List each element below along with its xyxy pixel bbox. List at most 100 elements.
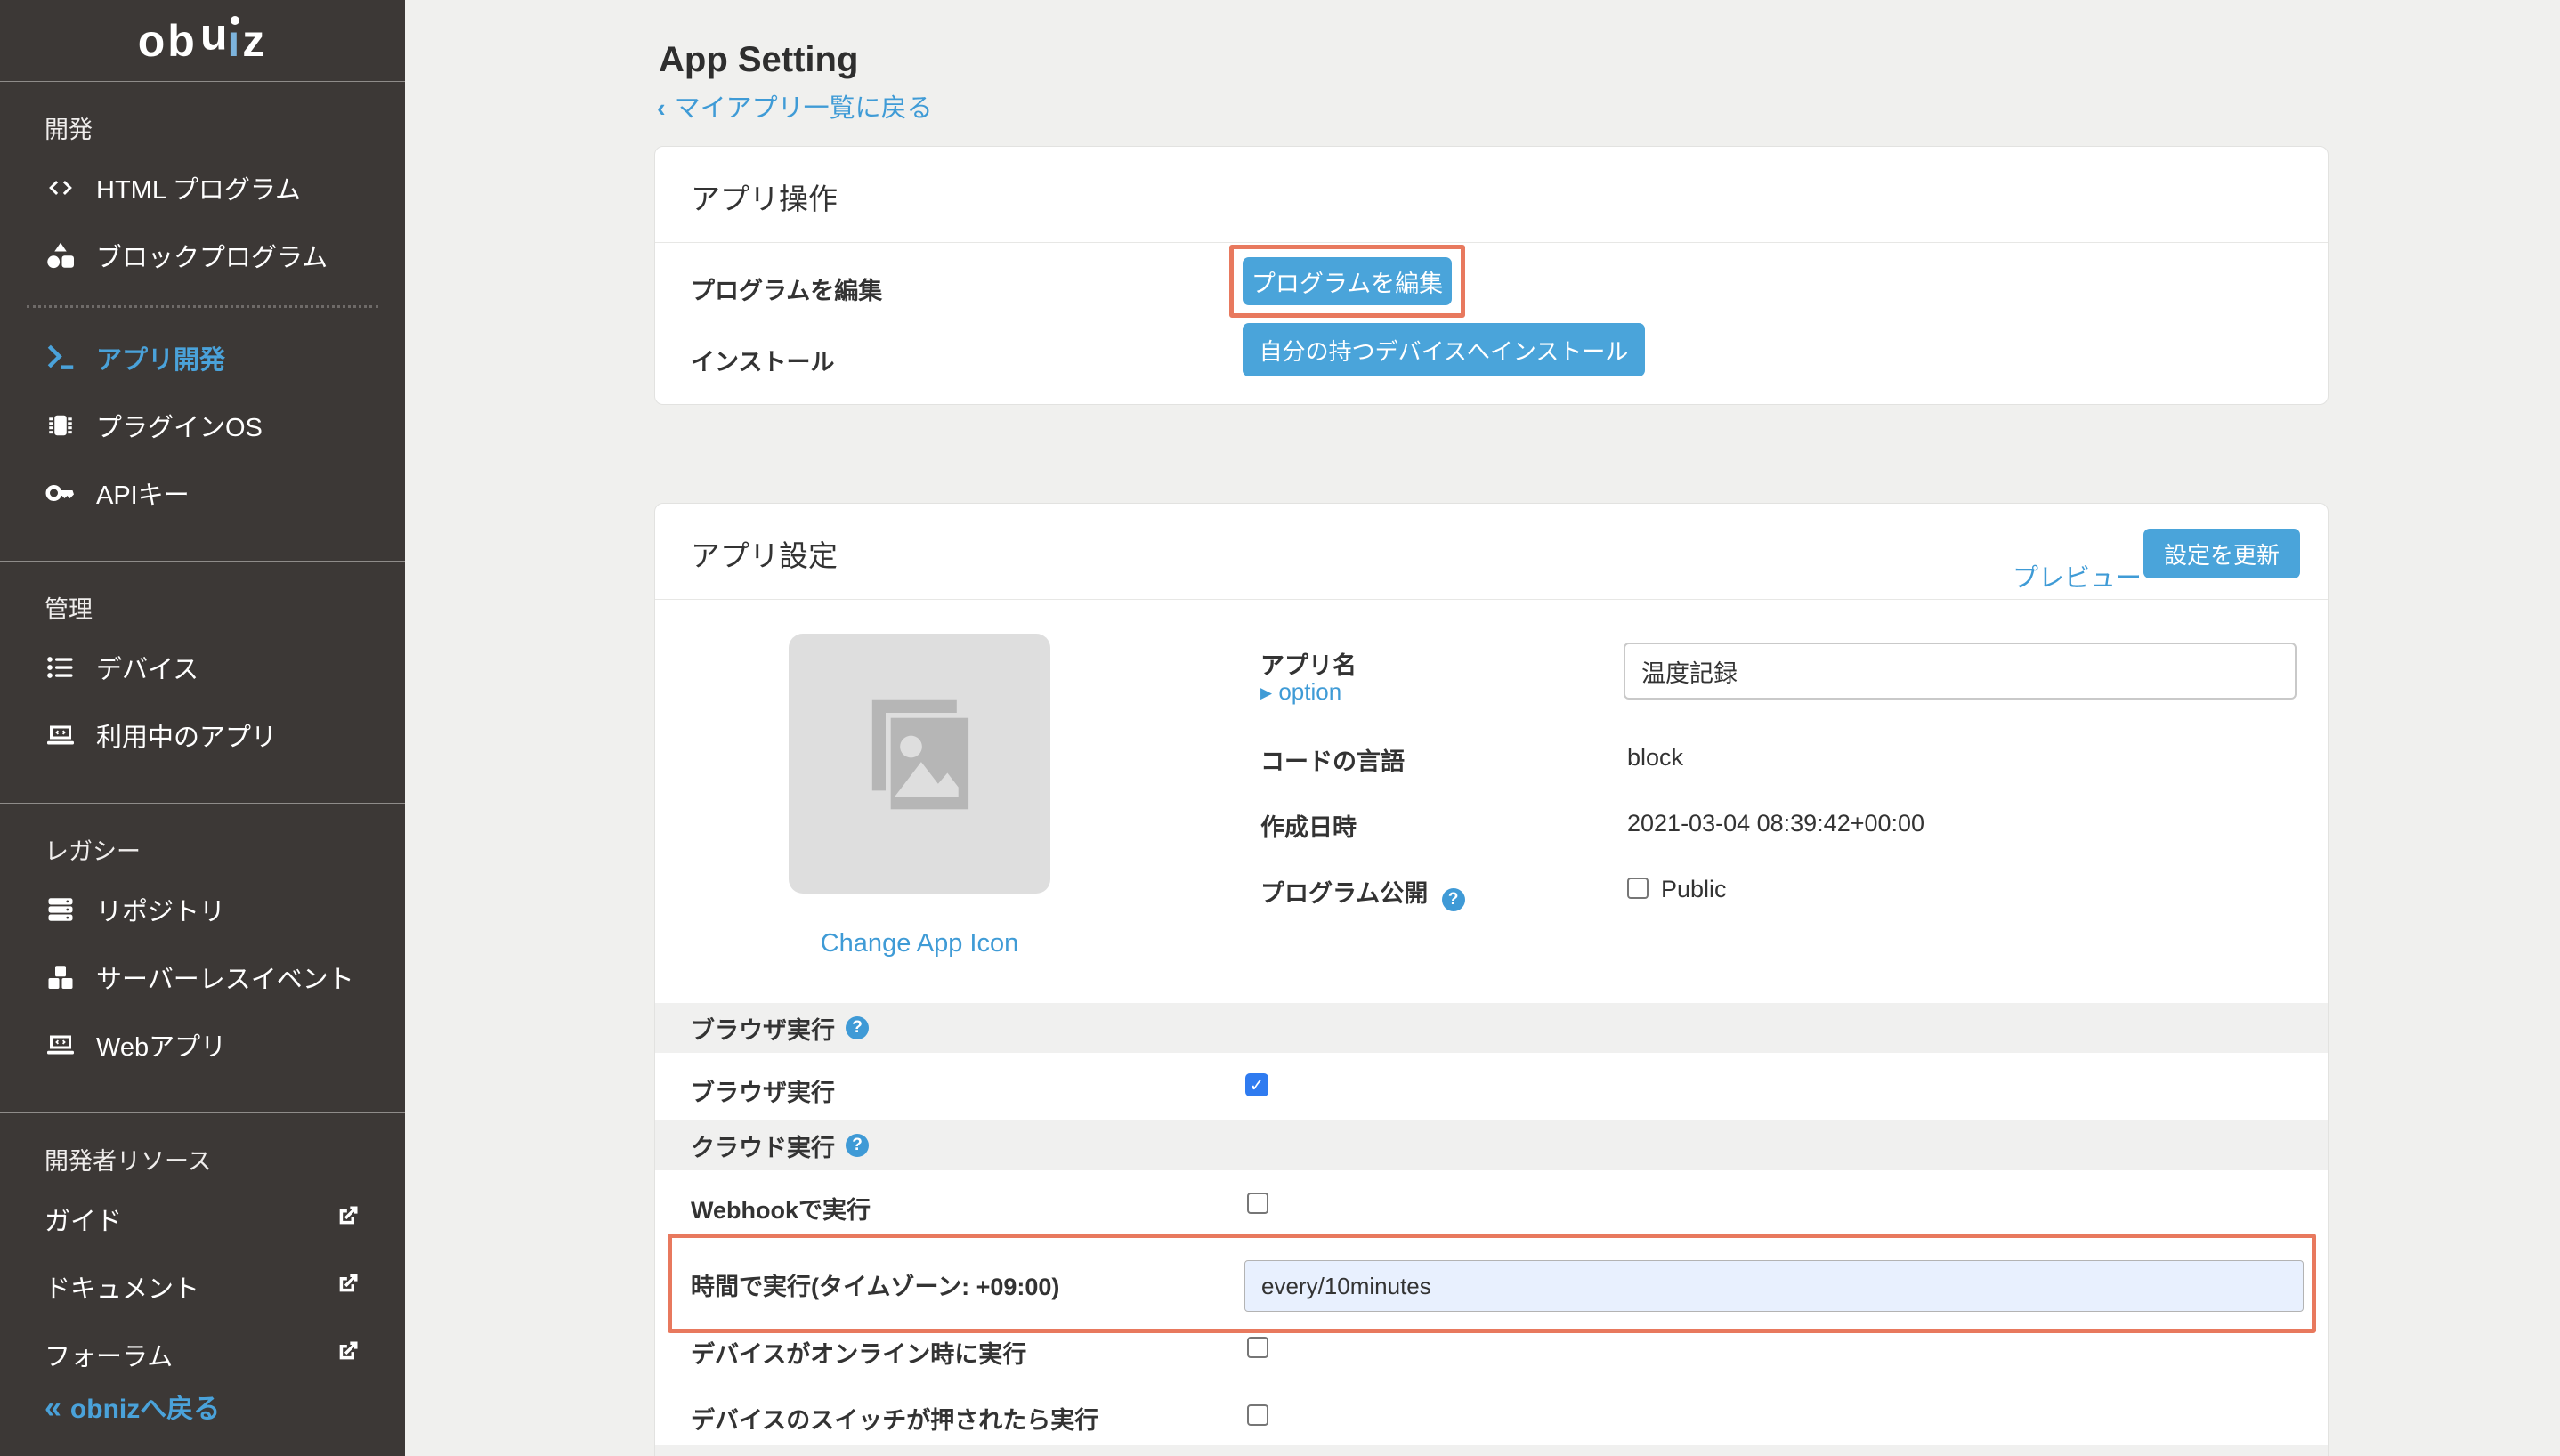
schedule-exec-label: 時間で実行(タイムゾーン: +09:00) (691, 1267, 1059, 1302)
sidebar-item-plugin-os[interactable]: プラグインOS (0, 392, 405, 459)
sidebar-header-developer-resources: 開発者リソース (0, 1128, 405, 1185)
code-language-value: block (1627, 744, 1683, 772)
option-link[interactable]: ▶ option (1260, 678, 1341, 706)
sidebar-item-documents[interactable]: ドキュメント (0, 1253, 405, 1321)
update-settings-button[interactable]: 設定を更新 (2143, 529, 2300, 578)
sidebar-group-development: 開発 HTML プログラム ブロックプログラム アプリ開発 プラグインOS AP… (0, 82, 405, 562)
code-icon (45, 172, 77, 204)
dotted-divider (27, 305, 378, 308)
sidebar-item-repository[interactable]: リポジトリ (0, 876, 405, 943)
sidebar-item-label: ブロックプログラム (96, 237, 328, 274)
webhook-exec-label: Webhookで実行 (691, 1191, 871, 1225)
sidebar-item-apps-in-use[interactable]: 利用中のアプリ (0, 701, 405, 769)
double-chevron-left-icon: « (45, 1391, 61, 1425)
logo-text-i: ı (227, 15, 242, 67)
online-exec-checkbox[interactable] (1247, 1337, 1268, 1358)
install-button[interactable]: 自分の持つデバイスへインストール (1243, 323, 1645, 376)
switch-exec-label: デバイスのスイッチが押されたら実行 (691, 1401, 1098, 1436)
sidebar-item-block-program[interactable]: ブロックプログラム (0, 222, 405, 289)
created-at-label: 作成日時 (1260, 808, 1357, 843)
app-operations-title: アプリ操作 (691, 175, 838, 218)
next-section-header-cut (655, 1445, 2328, 1456)
server-icon (45, 894, 77, 926)
laptop-code-icon (45, 1029, 77, 1061)
sidebar-header-management: 管理 (0, 576, 405, 634)
schedule-exec-input[interactable] (1244, 1260, 2304, 1312)
sidebar-group-legacy: レガシー リポジトリ サーバーレスイベント Webアプリ (0, 804, 405, 1113)
browser-exec-section-header: ブラウザ実行 ? (655, 1003, 2328, 1053)
sidebar-item-app-dev[interactable]: アプリ開発 (0, 324, 405, 392)
question-icon[interactable]: ? (846, 1134, 869, 1157)
edit-program-label: プログラムを編集 (691, 271, 882, 306)
sidebar-item-label: アプリ開発 (96, 339, 225, 376)
laptop-code-icon (45, 719, 77, 751)
sidebar-item-forum[interactable]: フォーラム (0, 1321, 405, 1388)
sidebar-item-label: APIキー (96, 474, 190, 512)
cloud-exec-section-header: クラウド実行 ? (655, 1120, 2328, 1170)
external-link-icon (336, 1339, 361, 1371)
sidebar-group-management: 管理 デバイス 利用中のアプリ (0, 562, 405, 804)
sidebar-item-label: Webアプリ (96, 1026, 226, 1064)
sidebar-item-label: プラグインOS (96, 407, 263, 444)
back-link-label: マイアプリ一覧に戻る (675, 94, 933, 123)
terminal-icon (45, 342, 77, 374)
sidebar-header-legacy: レガシー (0, 818, 405, 876)
question-icon[interactable]: ? (1442, 888, 1465, 911)
back-to-obniz-label: obnizへ戻る (70, 1395, 220, 1424)
sidebar-item-api-key[interactable]: APIキー (0, 459, 405, 527)
obniz-logo[interactable]: obnız (0, 0, 405, 82)
app-name-input[interactable] (1624, 643, 2297, 700)
created-at-value: 2021-03-04 08:39:42+00:00 (1627, 810, 1924, 837)
page-title: App Setting (659, 40, 858, 80)
app-operations-card: アプリ操作 プログラムを編集 プログラムを編集 インストール 自分の持つデバイス… (654, 146, 2329, 405)
logo-i-dot (231, 16, 239, 25)
browser-exec-label: ブラウザ実行 (691, 1073, 835, 1108)
webhook-exec-checkbox[interactable] (1247, 1193, 1268, 1214)
sidebar-item-label: フォーラム (45, 1336, 173, 1373)
external-link-icon (336, 1271, 361, 1303)
publish-label: プログラム公開 ? (1260, 874, 1465, 911)
cubes-icon (45, 961, 77, 993)
sidebar-item-web-app[interactable]: Webアプリ (0, 1011, 405, 1079)
caret-right-icon: ▶ (1260, 684, 1272, 701)
logo-text: ob (138, 15, 198, 67)
public-checkbox[interactable] (1627, 878, 1649, 899)
back-to-apps-link[interactable]: ‹マイアプリ一覧に戻る (657, 87, 933, 125)
sidebar-back-to-obniz[interactable]: « obnizへ戻る (45, 1387, 220, 1426)
sidebar-item-devices[interactable]: デバイス (0, 634, 405, 701)
list-icon (45, 651, 77, 684)
sidebar-item-label: デバイス (96, 649, 198, 686)
app-settings-title: アプリ設定 (691, 532, 838, 575)
edit-program-button[interactable]: プログラムを編集 (1243, 257, 1452, 305)
question-icon[interactable]: ? (846, 1016, 869, 1039)
app-icon-placeholder[interactable] (789, 634, 1050, 894)
images-icon (835, 679, 1004, 848)
shapes-icon (45, 239, 77, 271)
logo-text-z: z (242, 15, 267, 67)
sidebar: obnız 開発 HTML プログラム ブロックプログラム アプリ開発 プラグイ… (0, 0, 405, 1456)
change-app-icon-link[interactable]: Change App Icon (789, 929, 1050, 959)
sidebar-item-html-program[interactable]: HTML プログラム (0, 154, 405, 222)
switch-exec-checkbox[interactable] (1247, 1404, 1268, 1426)
sidebar-group-developer-resources: 開発者リソース ガイド ドキュメント フォーラム (0, 1113, 405, 1422)
sidebar-item-serverless-events[interactable]: サーバーレスイベント (0, 943, 405, 1011)
app-name-label: アプリ名 (1260, 646, 1357, 681)
sidebar-item-label: HTML プログラム (96, 169, 301, 206)
preview-link[interactable]: プレビュー (2013, 557, 2142, 595)
option-link-label: option (1278, 678, 1341, 705)
logo-text-n: n (198, 15, 228, 67)
app-setting-page: obnız 開発 HTML プログラム ブロックプログラム アプリ開発 プラグイ… (0, 0, 2560, 1456)
browser-exec-checkbox[interactable]: ✓ (1245, 1073, 1268, 1096)
sidebar-item-label: 利用中のアプリ (96, 716, 277, 754)
divider (655, 599, 2328, 600)
code-language-label: コードの言語 (1260, 742, 1405, 777)
key-icon (45, 477, 77, 509)
public-checkbox-label: Public (1661, 876, 1727, 903)
divider (655, 242, 2328, 243)
sidebar-item-guide[interactable]: ガイド (0, 1185, 405, 1253)
sidebar-item-label: ドキュメント (45, 1268, 199, 1306)
sidebar-item-label: ガイド (45, 1201, 122, 1238)
sidebar-item-label: サーバーレスイベント (96, 959, 354, 996)
online-exec-label: デバイスがオンライン時に実行 (691, 1335, 1026, 1370)
install-label: インストール (691, 343, 834, 377)
